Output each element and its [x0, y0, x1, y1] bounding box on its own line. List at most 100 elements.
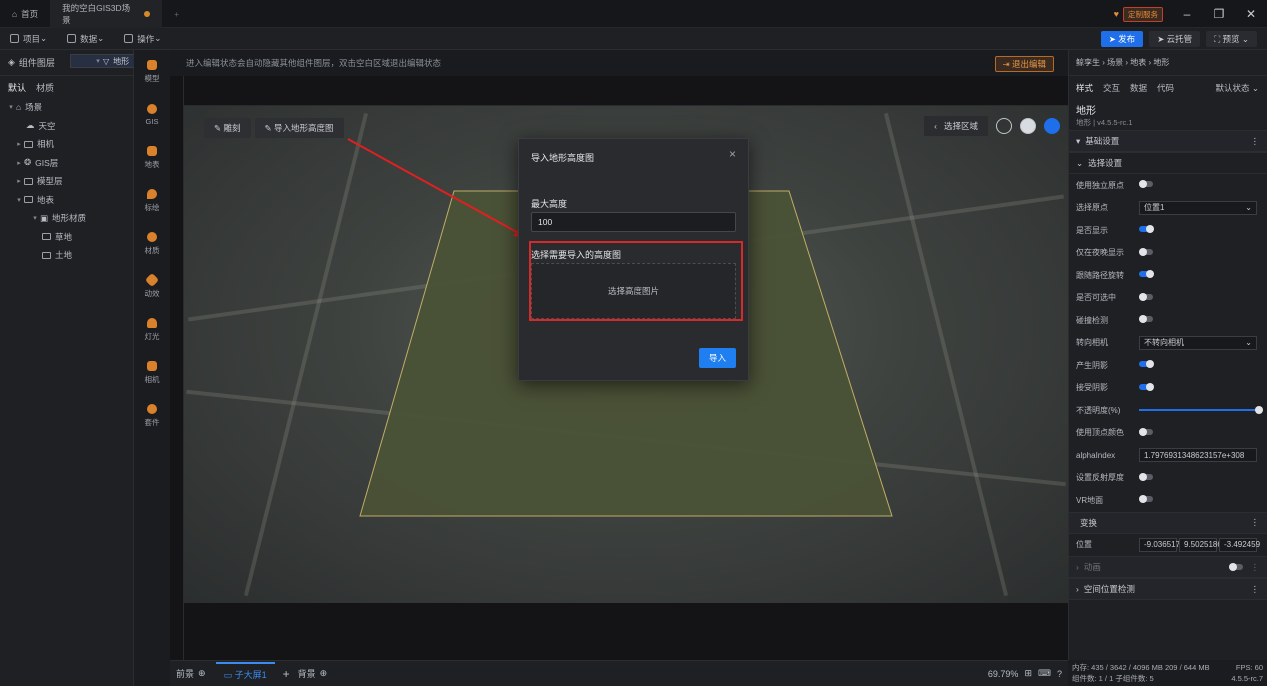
tab-code[interactable]: 代码	[1157, 82, 1174, 94]
add-circle-icon[interactable]: ⊕	[320, 668, 328, 679]
section-transform[interactable]: 变换 ⋮	[1069, 511, 1267, 534]
publish-button[interactable]: ➤ 发布	[1100, 30, 1144, 47]
background-tab[interactable]: 背景	[298, 667, 316, 680]
caret-down-icon: ▾	[1076, 135, 1081, 146]
section-anim[interactable]: › 动画 ⋮	[1069, 556, 1267, 578]
close-icon[interactable]: ×	[729, 147, 736, 161]
preview-button[interactable]: ⛶ 预览 ⌄	[1206, 30, 1257, 47]
menu-ops[interactable]: 操作 ⌄	[124, 33, 161, 45]
position-z[interactable]: -3.492459	[1219, 537, 1260, 552]
property-label: 产生阴影	[1076, 360, 1108, 370]
minimize-button[interactable]: –	[1171, 7, 1203, 21]
property-toggle[interactable]	[1139, 247, 1153, 256]
state-select[interactable]: 默认状态 ⌄	[1216, 82, 1260, 94]
slider-handle[interactable]	[1255, 406, 1263, 414]
property-input[interactable]: 1.7976931348623157e+308	[1139, 448, 1257, 462]
icon-surface[interactable]: 地表	[134, 136, 170, 179]
caret-down-icon: ▾	[33, 215, 37, 223]
icon-material[interactable]: 材质	[134, 222, 170, 265]
folder-icon	[42, 251, 51, 259]
more-icon[interactable]: ⋮	[1251, 517, 1260, 528]
tree-item-terrain-material[interactable]: ▾ ▣ 地形材质	[0, 209, 133, 228]
tree-item-grass[interactable]: 草地	[0, 228, 133, 247]
property-toggle[interactable]	[1139, 225, 1154, 233]
property-label: 接受阴影	[1076, 383, 1108, 393]
screen-tab-sub[interactable]: ▭ 子大屏1	[215, 662, 275, 685]
add-tab-button[interactable]: +	[162, 0, 191, 28]
tree-item-soil[interactable]: 土地	[0, 246, 133, 265]
section-label: 基础设置	[1085, 136, 1120, 146]
tab-current[interactable]: 我的空白GIS3D场景	[50, 0, 163, 28]
home-icon: ⌂	[12, 8, 18, 19]
property-toggle[interactable]	[1139, 495, 1153, 503]
restore-button[interactable]: ❐	[1203, 7, 1235, 21]
add-circle-icon[interactable]: ⊕	[198, 668, 206, 679]
tab-data[interactable]: 数据	[1130, 82, 1147, 94]
opacity-slider[interactable]	[1139, 406, 1263, 414]
tab-home[interactable]: ⌂ 首页	[0, 0, 50, 28]
tab-material[interactable]: 材质	[36, 81, 54, 94]
icon-mark[interactable]: 标绘	[134, 179, 170, 222]
tab-default[interactable]: 默认	[8, 81, 26, 94]
custom-service-badge[interactable]: 定制服务	[1123, 6, 1163, 22]
anim-toggle[interactable]	[1228, 563, 1243, 571]
max-height-input[interactable]	[531, 212, 736, 232]
property-toggle[interactable]	[1139, 427, 1153, 436]
property-toggle[interactable]	[1139, 472, 1153, 481]
ic-label: 材质	[144, 245, 160, 255]
property-toggle[interactable]	[1139, 360, 1154, 368]
icon-effect[interactable]: 动效	[134, 265, 170, 308]
more-icon[interactable]: ⋮	[1251, 136, 1260, 147]
section-select[interactable]: ⌄ 选择设置	[1069, 152, 1267, 174]
caret-down-icon: ⌄	[1076, 157, 1084, 168]
icon-kit[interactable]: 套件	[134, 394, 170, 437]
import-button[interactable]: 导入	[699, 348, 736, 368]
tree-item-gis[interactable]: ▸ ❂ GIS层	[0, 154, 133, 173]
section-space[interactable]: › 空间位置检测 ⋮	[1069, 578, 1267, 600]
more-icon[interactable]: ⋮	[1251, 584, 1260, 595]
close-window-button[interactable]: ✕	[1235, 7, 1267, 21]
more-icon[interactable]: ⋮	[1251, 562, 1260, 573]
property-toggle[interactable]	[1139, 270, 1154, 278]
component-header: 地形 地形 | v4.5.5-rc.1	[1069, 100, 1267, 130]
icon-gis[interactable]: GIS	[134, 93, 170, 136]
toolbar: 项目 ⌄ 数据 ⌄ 操作 ⌄ ➤ 发布 ➤ 云托管 ⛶ 预览 ⌄	[0, 28, 1267, 50]
property-toggle[interactable]	[1139, 382, 1154, 391]
tab-style[interactable]: 样式	[1076, 82, 1093, 94]
tree-item-model-layer[interactable]: ▸ 模型层	[0, 172, 133, 191]
fit-icon[interactable]: ⊞	[1024, 668, 1032, 679]
position-x[interactable]: -9.036517	[1139, 537, 1180, 552]
cloud-button[interactable]: ➤ 云托管	[1149, 30, 1201, 47]
foreground-tab[interactable]: 前景	[176, 667, 194, 680]
icon-model[interactable]: 模型	[134, 50, 170, 93]
scene-icon: ⌂	[16, 102, 22, 113]
menu-project[interactable]: 项目 ⌄	[10, 33, 47, 45]
section-label: 动画	[1083, 562, 1101, 572]
heightmap-dropzone[interactable]: 选择高度图片	[531, 263, 736, 319]
property-panel: 鲸孪生 › 场景 › 地表 › 地形 样式 交互 数据 代码 默认状态 ⌄ 地形…	[1068, 50, 1267, 660]
dialog-title: 导入地形高度图	[531, 153, 595, 163]
section-basic[interactable]: ▾ 基础设置 ⋮	[1069, 130, 1267, 152]
zoom-level[interactable]: 69.79%	[988, 669, 1019, 679]
menu-data[interactable]: 数据 ⌄	[67, 33, 104, 45]
keyboard-icon[interactable]: ⌨	[1038, 668, 1051, 679]
tree-item-scene[interactable]: ▾ ⌂ 场景	[0, 98, 133, 117]
help-icon[interactable]: ?	[1057, 669, 1062, 679]
tree-item-surface[interactable]: ▾ 地表	[0, 191, 133, 210]
cloud-label: 云托管	[1166, 33, 1193, 44]
property-label: VR地面	[1076, 495, 1104, 505]
tree-item-sky[interactable]: ☁ 天空	[0, 117, 133, 136]
position-y[interactable]: 9.5025186	[1179, 537, 1222, 552]
property-toggle[interactable]	[1139, 180, 1153, 188]
caret-right-icon: ▸	[17, 159, 21, 167]
tab-interaction[interactable]: 交互	[1103, 82, 1120, 94]
property-toggle[interactable]	[1139, 292, 1153, 301]
property-label: 不透明度(%)	[1076, 405, 1121, 415]
property-select[interactable]: 不转向相机 ⌄	[1139, 335, 1257, 350]
icon-camera[interactable]: 相机	[134, 351, 170, 394]
icon-light[interactable]: 灯光	[134, 308, 170, 351]
property-toggle[interactable]	[1139, 315, 1153, 323]
tree-item-camera[interactable]: ▸ 相机	[0, 135, 133, 154]
property-select[interactable]: 位置1 ⌄	[1139, 200, 1257, 215]
add-screen-button[interactable]: +	[283, 667, 290, 681]
